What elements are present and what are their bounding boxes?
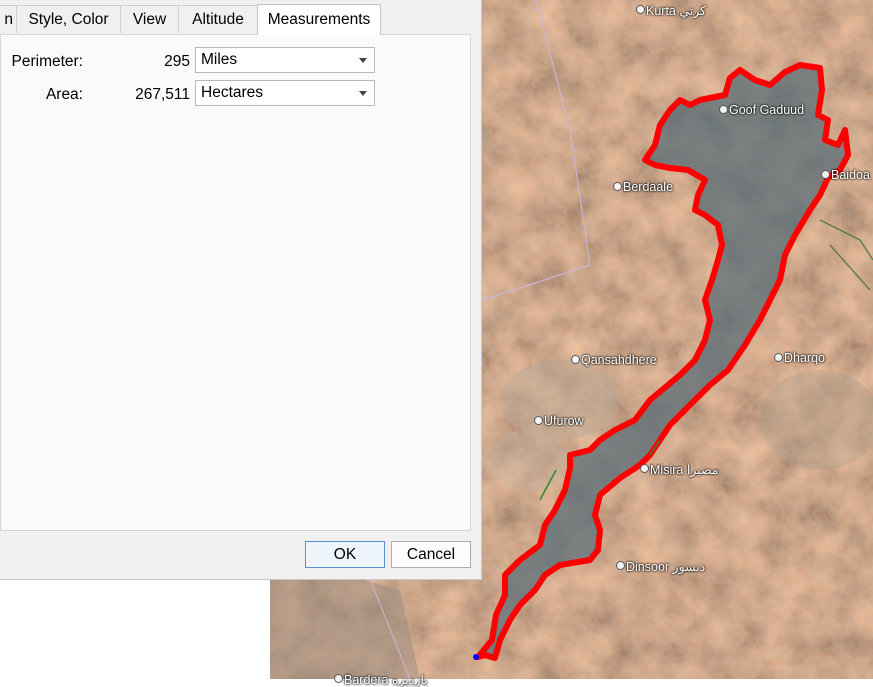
perimeter-unit-value: Miles [201,51,238,68]
perimeter-unit-select[interactable]: Miles [195,47,375,73]
place-dot-icon [571,355,580,364]
tab-style-color[interactable]: Style, Color [16,5,121,33]
area-unit-select[interactable]: Hectares [195,80,375,106]
tab-altitude[interactable]: Altitude [178,5,258,33]
place-dot-icon [774,353,783,362]
cancel-button[interactable]: Cancel [391,541,471,568]
background-panel [0,580,270,679]
place-label: Dinsoor دنسور [626,560,706,574]
ok-button[interactable]: OK [305,541,385,568]
perimeter-label: Perimeter: [11,53,84,70]
place-label: Bardera بارديره [344,673,428,687]
tab-bar: n Style, Color View Altitude Measurement… [0,4,481,35]
place-dot-icon [719,105,728,114]
place-dot-icon [616,561,625,570]
area-label: Area: [45,86,83,103]
place-label: Dharqo [784,351,825,365]
tab-view[interactable]: View [120,5,179,33]
tab-measurements[interactable]: Measurements [257,4,381,35]
place-dot-icon [821,170,830,179]
place-dot-icon [640,464,649,473]
area-unit-value: Hectares [201,84,264,101]
place-label: Baidoa [831,168,870,182]
place-dot-icon [534,416,543,425]
area-value: 267,511 [135,86,190,103]
perimeter-value: 295 [164,53,190,70]
place-dot-icon [636,5,645,14]
measurements-panel: Perimeter: 295 Miles Area: 267,511 Hecta… [0,34,471,531]
place-dot-icon [613,182,622,191]
chevron-down-icon [359,58,367,63]
chevron-down-icon [359,91,367,96]
tab-description[interactable]: n [0,5,17,33]
place-label: Qansahdhere [581,353,657,367]
place-label: Misira مصيرا [650,463,719,477]
place-label: Goof Gaduud [729,103,805,117]
place-label: Berdaale [623,180,674,194]
properties-dialog: n Style, Color View Altitude Measurement… [0,0,482,580]
place-label: Kurta كرتي [646,4,707,18]
place-label: Ufurow [544,414,584,428]
